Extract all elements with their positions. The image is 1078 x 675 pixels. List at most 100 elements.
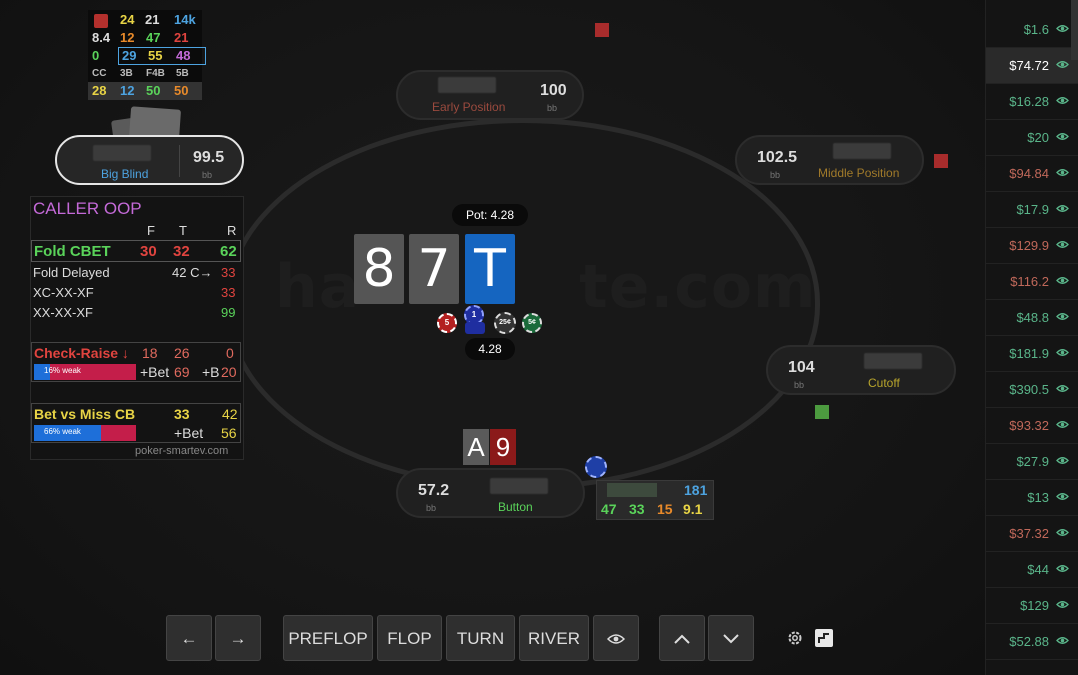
- hand-amount: $116.2: [1010, 274, 1049, 289]
- seat-stack: 102.5: [757, 149, 798, 166]
- hand-list-item[interactable]: $1.6: [986, 12, 1078, 48]
- stat-value: 62: [220, 243, 237, 260]
- hand-amount: $181.9: [1009, 346, 1049, 361]
- seat-position-label: Big Blind: [101, 167, 149, 181]
- stat-label: +Bet: [174, 425, 204, 441]
- stat-label: +B: [202, 364, 220, 380]
- hand-list-item[interactable]: $16.28: [986, 84, 1078, 120]
- panel-footer: poker-smartev.com: [135, 445, 229, 457]
- seat-middle-position[interactable]: 102.5 bb Middle Position: [735, 135, 924, 185]
- eye-icon[interactable]: [1056, 634, 1069, 648]
- eye-icon[interactable]: [1056, 58, 1069, 72]
- eye-icon[interactable]: [1056, 490, 1069, 504]
- hud-stat: 15: [657, 501, 673, 517]
- river-button[interactable]: RIVER: [519, 615, 589, 661]
- seat-big-blind[interactable]: Big Blind 99.5 bb: [55, 135, 244, 185]
- chip-5: 5: [437, 313, 457, 333]
- seat-cutoff[interactable]: 104 bb Cutoff: [766, 345, 956, 395]
- dealer-button-icon: [585, 456, 607, 478]
- eye-icon[interactable]: [1056, 238, 1069, 252]
- hand-list-item[interactable]: $181.9: [986, 336, 1078, 372]
- eye-icon: [606, 634, 626, 644]
- hand-list-item[interactable]: $20: [986, 120, 1078, 156]
- chip-5c: 5¢: [522, 313, 542, 333]
- eye-icon[interactable]: [1056, 310, 1069, 324]
- settings-button[interactable]: [786, 629, 804, 647]
- board-card: 7: [409, 234, 459, 304]
- prev-button[interactable]: ←: [166, 615, 212, 661]
- hand-list-item[interactable]: $116.2: [986, 264, 1078, 300]
- hand-list-item[interactable]: $93.32: [986, 408, 1078, 444]
- eye-icon[interactable]: [1056, 274, 1069, 288]
- hand-amount: $1.6: [1023, 22, 1049, 37]
- hud-stat: 14k: [174, 12, 196, 27]
- reveal-button[interactable]: [593, 615, 639, 661]
- seat-button[interactable]: 57.2 bb Button: [396, 468, 585, 518]
- hand-list-item[interactable]: $48.8: [986, 300, 1078, 336]
- hand-list-item[interactable]: $13: [986, 480, 1078, 516]
- hand-list-item[interactable]: $27.9: [986, 444, 1078, 480]
- eye-icon[interactable]: [1056, 202, 1069, 216]
- seat-stack: 99.5: [193, 149, 225, 166]
- eye-icon[interactable]: [1056, 166, 1069, 180]
- hand-amount: $93.32: [1009, 418, 1049, 433]
- turn-button[interactable]: TURN: [446, 615, 515, 661]
- hud-label: F4B: [146, 68, 165, 79]
- hand-list-item[interactable]: $37.32: [986, 516, 1078, 552]
- eye-icon[interactable]: [1056, 94, 1069, 108]
- stat-value: 56: [221, 425, 237, 441]
- chart-icon: [818, 633, 829, 643]
- eye-icon[interactable]: [1056, 346, 1069, 360]
- hud-stat: 9.1: [683, 501, 703, 517]
- hud-stat: 21: [145, 12, 160, 27]
- hand-list-sidebar: $1.6 $74.72 $16.28 $20 $94.84 $17.9 $129.9 $116…: [985, 0, 1078, 675]
- hand-amount: $129.9: [1009, 238, 1049, 253]
- hero-card: 9: [490, 429, 516, 465]
- flop-button[interactable]: FLOP: [377, 615, 442, 661]
- eye-icon[interactable]: [1056, 454, 1069, 468]
- hand-list-item[interactable]: $74.72: [986, 48, 1078, 84]
- eye-icon[interactable]: [1056, 526, 1069, 540]
- hand-amount: $27.9: [1016, 454, 1049, 469]
- button-hud: 181 47 33 15 9.1: [596, 480, 714, 520]
- seat-unit: bb: [770, 170, 781, 180]
- hud-stat: 29: [122, 48, 137, 63]
- pot-amount: 4.28: [465, 338, 515, 360]
- next-button[interactable]: →: [215, 615, 261, 661]
- hand-list-item[interactable]: $17.9: [986, 192, 1078, 228]
- hand-amount: $74.72: [1009, 58, 1049, 73]
- chart-button[interactable]: [815, 629, 833, 647]
- eye-icon[interactable]: [1056, 418, 1069, 432]
- preflop-button[interactable]: PREFLOP: [283, 615, 373, 661]
- hand-list-item[interactable]: $44: [986, 552, 1078, 588]
- gear-icon: [788, 631, 802, 645]
- player-name-blur: [833, 143, 891, 159]
- hud-stat: 48: [176, 48, 191, 63]
- eye-icon[interactable]: [1056, 130, 1069, 144]
- hud-stat: 47: [601, 501, 617, 517]
- stat-value: 69: [174, 364, 190, 380]
- down-button[interactable]: [708, 615, 754, 661]
- seat-unit: bb: [426, 503, 437, 513]
- hud-stat: 55: [148, 48, 163, 63]
- seat-position-label: Cutoff: [868, 376, 900, 390]
- scrollbar[interactable]: [1071, 0, 1078, 60]
- seat-early-position[interactable]: Early Position 100 bb: [396, 70, 584, 120]
- hand-list-item[interactable]: $94.84: [986, 156, 1078, 192]
- hand-list-item[interactable]: $52.88: [986, 624, 1078, 660]
- hand-amount: $52.88: [1009, 634, 1049, 649]
- hand-list-item[interactable]: $390.5: [986, 372, 1078, 408]
- eye-icon[interactable]: [1056, 598, 1069, 612]
- up-button[interactable]: [659, 615, 705, 661]
- hand-list-item[interactable]: $129: [986, 588, 1078, 624]
- eye-icon[interactable]: [1056, 562, 1069, 576]
- weak-bar: 66% weak: [34, 425, 136, 441]
- hud-stat: 33: [629, 501, 645, 517]
- hand-list-item[interactable]: $129.9: [986, 228, 1078, 264]
- eye-icon[interactable]: [1056, 382, 1069, 396]
- hand-amount: $16.28: [1009, 94, 1049, 109]
- seat-stack: 100: [540, 82, 567, 99]
- stat-label: XC-XX-XF: [33, 285, 94, 300]
- eye-icon[interactable]: [1056, 22, 1069, 36]
- hand-amount: $37.32: [1009, 526, 1049, 541]
